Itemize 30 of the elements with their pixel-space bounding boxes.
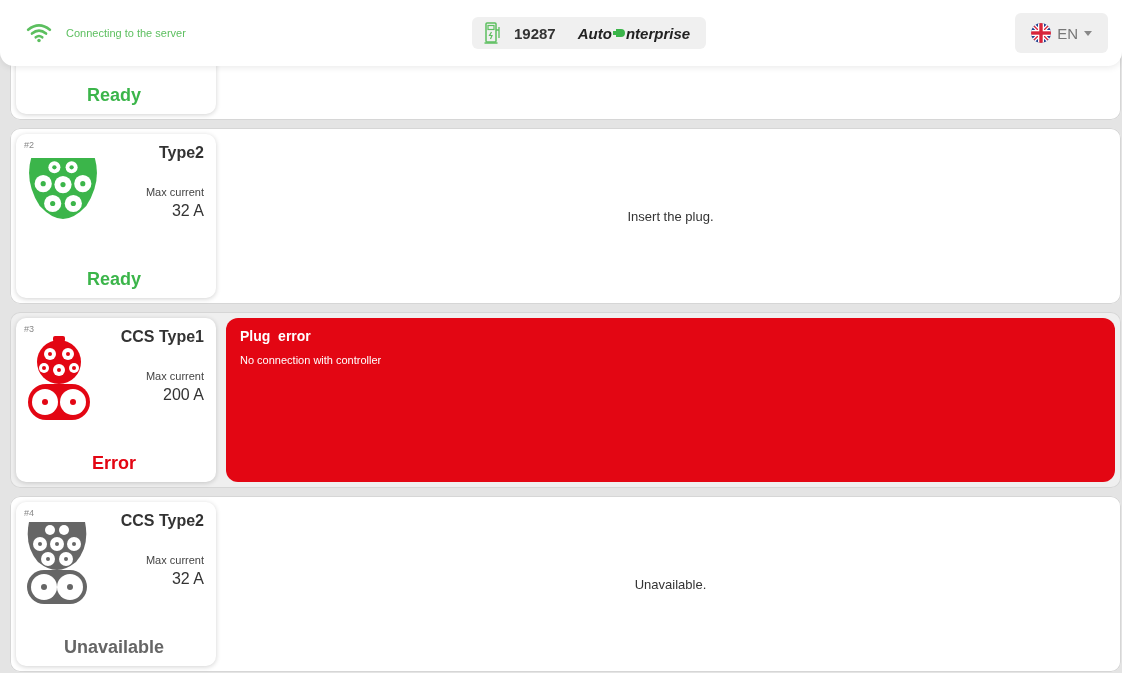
- max-current-label: Max current: [145, 554, 204, 566]
- connector-number: #4: [24, 508, 34, 518]
- max-current-value: 32 A: [171, 570, 204, 588]
- connector-status: Error: [92, 453, 136, 474]
- connector-status: Unavailable: [63, 637, 164, 658]
- connector-status: Ready: [87, 269, 141, 290]
- max-current-value: 200 A: [163, 386, 204, 404]
- caret-icon: [1084, 30, 1092, 36]
- max-current-label: Max current: [145, 370, 204, 382]
- logo-text: nterprise: [625, 24, 691, 42]
- connection-status: Connecting to the server: [66, 27, 186, 39]
- connector-type: Type2: [158, 144, 204, 162]
- wifi-icon: [26, 23, 52, 43]
- connector-message: Insert the plug.: [627, 208, 714, 224]
- connector-number: #3: [24, 324, 34, 334]
- error-title: Plug error: [240, 328, 311, 344]
- charging-station-icon: [484, 22, 502, 44]
- max-current-value: 32 A: [171, 202, 204, 220]
- plug-icon: [612, 27, 625, 39]
- language-button[interactable]: EN: [1015, 13, 1108, 53]
- max-current-label: Max current: [145, 186, 204, 198]
- connector-status: Ready: [87, 85, 141, 106]
- error-message: No connection with controller: [240, 354, 382, 366]
- connector-type: CCS Type2: [120, 512, 204, 530]
- logo-text: Auto: [577, 24, 612, 42]
- connector-type: CCS Type1: [120, 328, 204, 346]
- flag-icon: [1031, 23, 1052, 43]
- connector-message: Unavailable.: [634, 576, 707, 592]
- station-number: 19287: [514, 24, 556, 42]
- connector-number: #2: [24, 140, 34, 150]
